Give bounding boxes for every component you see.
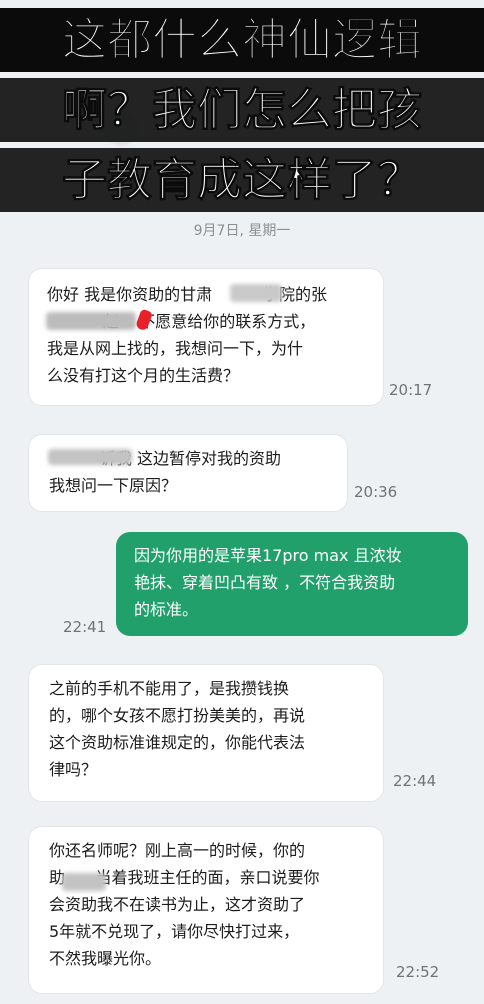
redaction-mark	[62, 873, 106, 891]
redaction-mark	[230, 284, 282, 302]
message-bubble-incoming[interactable]: 你还名师呢？刚上高一的时候，你的 助 当着我班主任的面，亲口说要你 会资助我不在…	[28, 826, 384, 994]
message-bubble-incoming[interactable]: 诉我 这边暂停对我的资助 我想问一下原因？	[28, 434, 348, 512]
redaction-mark	[48, 449, 132, 465]
message-time: 22:41	[63, 618, 107, 636]
message-text: 因为你用的是苹果17pro max 且浓妆 艳抹、穿着凹凸有致 ，不符合我资助 …	[134, 546, 402, 619]
message-bubble-incoming[interactable]: 之前的手机不能用了，是我攒钱换 的，哪个女孩不愿打扮美美的，再说 这个资助标准谁…	[28, 664, 384, 802]
message-bubble-incoming[interactable]: 你好 我是你资助的甘肃 学院的张 赵 不愿意给你的联系方式， 我是从网上找的，我…	[28, 268, 384, 406]
message-text: 你好 我是你资助的甘肃 学院的张 赵 不愿意给你的联系方式， 我是从网上找的，我…	[47, 285, 327, 385]
message-time: 22:44	[393, 772, 437, 790]
message-text: 你还名师呢？刚上高一的时候，你的 助 当着我班主任的面，亲口说要你 会资助我不在…	[49, 841, 320, 968]
headline-line-1: 这都什么神仙逻辑	[0, 8, 484, 72]
message-bubble-outgoing[interactable]: 因为你用的是苹果17pro max 且浓妆 艳抹、穿着凹凸有致 ，不符合我资助 …	[116, 532, 468, 636]
date-separator: 9月7日, 星期一	[193, 223, 291, 239]
chat-screen: 这都什么神仙逻辑 啊？我们怎么把孩 子教育成这样了？ 9月7日, 星期一 你好 …	[0, 0, 484, 1004]
headline-line-2: 啊？我们怎么把孩	[0, 78, 484, 142]
message-time: 20:36	[354, 483, 398, 501]
message-text: 之前的手机不能用了，是我攒钱换 的，哪个女孩不愿打扮美美的，再说 这个资助标准谁…	[49, 679, 306, 779]
message-time: 22:52	[396, 963, 440, 981]
redaction-mark	[46, 312, 136, 330]
headline-line-3: 子教育成这样了？	[0, 148, 484, 212]
message-time: 20:17	[389, 381, 433, 399]
